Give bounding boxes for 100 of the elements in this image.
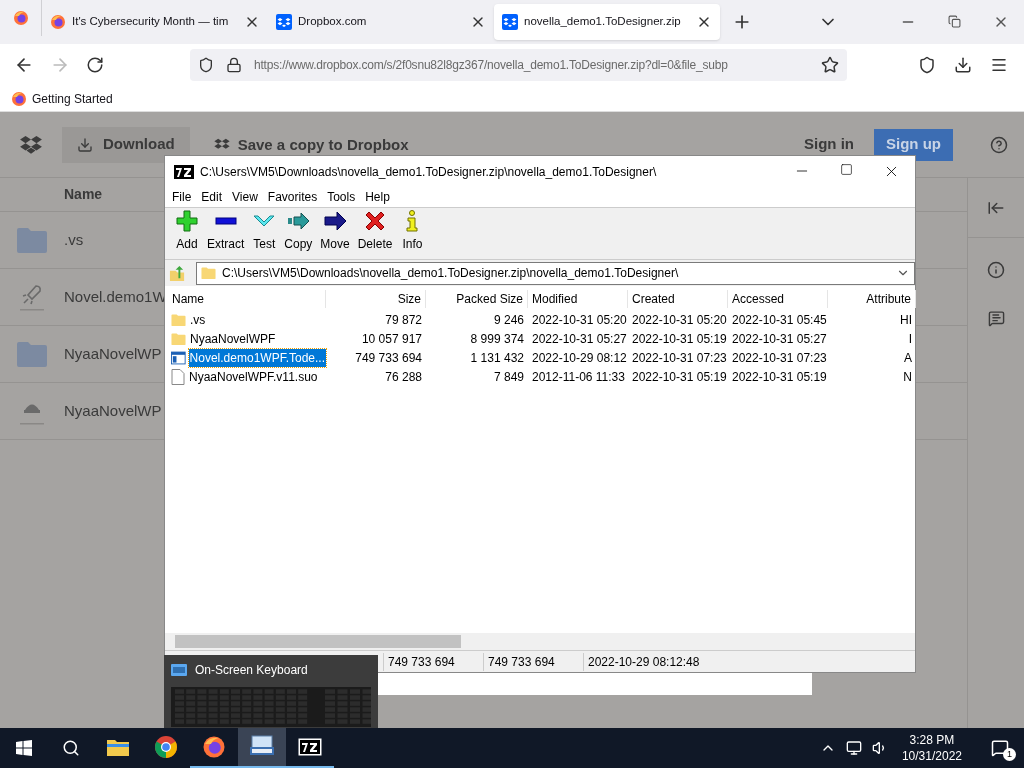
window-file-icon	[171, 350, 186, 365]
url-text: https://www.dropbox.com/s/2f0snu82l8gz367/novella_demo1.ToDesigner.zip?dl=0&file_subp	[254, 57, 729, 74]
maximize-icon[interactable]	[840, 163, 853, 176]
folder-icon	[16, 226, 48, 254]
table-cell-text: 2022-10-31 05:19	[731, 368, 828, 386]
sign-in-button[interactable]: Sign in	[804, 133, 854, 156]
network-icon[interactable]	[845, 740, 862, 756]
table-cell-text: 2022-10-31 05:19	[631, 330, 728, 348]
column-header[interactable]: Accessed	[728, 290, 828, 308]
comment-icon[interactable]	[987, 310, 1005, 327]
taskbar-app[interactable]	[238, 728, 286, 768]
file-name: NyaaNovelWPF	[189, 330, 277, 348]
dropbox-icon	[276, 14, 292, 30]
table-cell-text: I	[907, 330, 913, 348]
file-name: NyaaNovelWP	[64, 343, 162, 364]
name-column-header[interactable]: Name	[64, 184, 103, 205]
lock-icon[interactable]	[226, 57, 242, 73]
browser-tab[interactable]: It's Cybersecurity Month — tim	[42, 4, 268, 40]
menu-item[interactable]: Tools	[322, 188, 361, 206]
file-name: NyaaNovelWPF.v11.suo	[188, 368, 319, 386]
horizontal-scrollbar[interactable]	[165, 633, 915, 650]
path-text: C:\Users\VM5\Downloads\novella_demo1.ToDesigner.zip\novella_demo1.ToDesigner\	[222, 265, 680, 282]
column-header[interactable]: Created	[628, 290, 728, 308]
help-icon[interactable]	[990, 135, 1008, 154]
folder-icon	[16, 340, 48, 368]
column-header[interactable]: Attribute	[828, 290, 916, 308]
reload-icon[interactable]	[86, 56, 104, 74]
file-row[interactable]: NyaaNovelWPF.v11.suo 76 288 7 849 2012-11-06 11:33 2022-10-31 05:19 2022-10-31 05:19 N	[171, 367, 915, 386]
toolbar-button[interactable]: Copy	[280, 209, 317, 253]
menu-item[interactable]: View	[227, 188, 263, 206]
toolbar-button[interactable]: Test	[248, 209, 281, 253]
column-header[interactable]: Name	[168, 290, 326, 308]
address-bar[interactable]: https://www.dropbox.com/s/2f0snu82l8gz367/novella_demo1.ToDesigner.zip?dl=0&file_subp	[190, 49, 847, 81]
toolbar-button[interactable]: Add	[171, 209, 203, 253]
info-icon[interactable]	[987, 261, 1005, 279]
table-cell-text: 2012-11-06 11:33	[531, 368, 626, 386]
browser-tab[interactable]: novella_demo1.ToDesigner.zip	[494, 4, 720, 40]
bookmark-item[interactable]: Getting Started	[11, 89, 113, 108]
table-cell-text: 2022-10-31 07:23	[731, 349, 828, 367]
shield-icon[interactable]	[198, 57, 214, 73]
notification-badge: 1	[1003, 748, 1016, 761]
column-header[interactable]: Modified	[528, 290, 628, 308]
table-cell-text: 76 288	[384, 368, 423, 386]
table-cell-text: 2022-10-31 05:27	[531, 330, 628, 348]
table-cell-text: A	[903, 349, 913, 367]
firefox-icon	[12, 10, 29, 26]
table-cell-text: 2022-10-31 07:23	[631, 349, 728, 367]
column-header[interactable]: Size	[326, 290, 426, 308]
status-text: 749 733 694	[483, 652, 583, 671]
table-cell-text: 2022-10-31 05:20	[631, 311, 728, 329]
tab-title: It's Cybersecurity Month — tim	[72, 14, 230, 30]
restore-icon[interactable]	[948, 15, 961, 28]
move-icon	[323, 209, 348, 233]
browser-tab[interactable]: Dropbox.com	[268, 4, 494, 40]
folder-icon	[201, 266, 216, 280]
file-row[interactable]: NyaaNovelWPF 10 057 917 8 999 374 2022-10-31 05:27 2022-10-31 05:19 2022-10-31 05:27 I	[171, 329, 915, 348]
file-name: NyaaNovelWP	[64, 400, 162, 421]
table-cell-text: 2022-10-31 05:20	[531, 311, 628, 329]
save-copy-button[interactable]: Save a copy to Dropbox	[213, 136, 409, 153]
start-icon[interactable]	[16, 740, 32, 756]
menu-item[interactable]: Edit	[196, 188, 228, 206]
toolbar-button[interactable]: Extract	[203, 209, 249, 253]
table-cell-text: 749 733 694	[354, 349, 423, 367]
file-name: Novel.demo1WPF.Tode...	[188, 348, 326, 367]
bookmark-star-icon[interactable]	[821, 56, 839, 74]
clock[interactable]: 3:28 PM 10/31/2022	[897, 732, 966, 764]
menu-item[interactable]: Favorites	[262, 188, 323, 206]
notifications-icon[interactable]	[991, 739, 1009, 757]
chrome-icon	[154, 735, 178, 759]
file-row[interactable]: Novel.demo1WPF.Tode... 749 733 694 1 131 432 2022-10-29 08:12 2022-10-31 07:23 2022-10-31 07:23 A	[171, 348, 915, 367]
file-row[interactable]: .vs 79 872 9 246 2022-10-31 05:20 2022-10-31 05:20 2022-10-31 05:45 HI	[171, 310, 915, 329]
download-button[interactable]: Download	[62, 126, 190, 163]
tab-title: Dropbox.com	[298, 14, 368, 30]
table-cell-text: 9 246	[492, 311, 525, 329]
table-cell-text: 79 872	[384, 311, 423, 329]
table-cell-text: 7 849	[492, 368, 525, 386]
status-text: 749 733 694	[383, 652, 483, 671]
menu-icon[interactable]	[990, 56, 1008, 74]
file-name: Novel.demo1W	[64, 286, 167, 307]
toolbar-button[interactable]: Info	[396, 209, 429, 253]
folder-up-icon[interactable]	[169, 264, 186, 282]
path-field[interactable]: C:\Users\VM5\Downloads\novella_demo1.ToDesigner.zip\novella_demo1.ToDesigner\	[196, 261, 915, 285]
downloads-icon[interactable]	[954, 56, 972, 74]
toolbar-button[interactable]: Delete	[353, 209, 397, 253]
menu-item[interactable]: Help	[360, 188, 395, 206]
archive-app-icon	[298, 738, 322, 756]
column-header[interactable]: Packed Size	[426, 290, 528, 308]
preview-title: On-Screen Keyboard	[195, 662, 308, 679]
toolbar-button[interactable]: Move	[316, 209, 354, 253]
dropbox-logo-icon	[20, 134, 42, 155]
folder-icon	[171, 331, 186, 346]
firefox-icon	[50, 14, 66, 30]
table-cell-text: N	[902, 368, 913, 386]
firefox-icon	[11, 90, 27, 107]
firefox-icon	[202, 735, 226, 759]
search-icon[interactable]	[62, 739, 80, 757]
menu-item[interactable]: File	[167, 188, 197, 206]
dropbox-logo-icon	[213, 137, 230, 152]
scrollbar-thumb[interactable]	[175, 635, 461, 648]
folder-icon	[106, 737, 130, 757]
